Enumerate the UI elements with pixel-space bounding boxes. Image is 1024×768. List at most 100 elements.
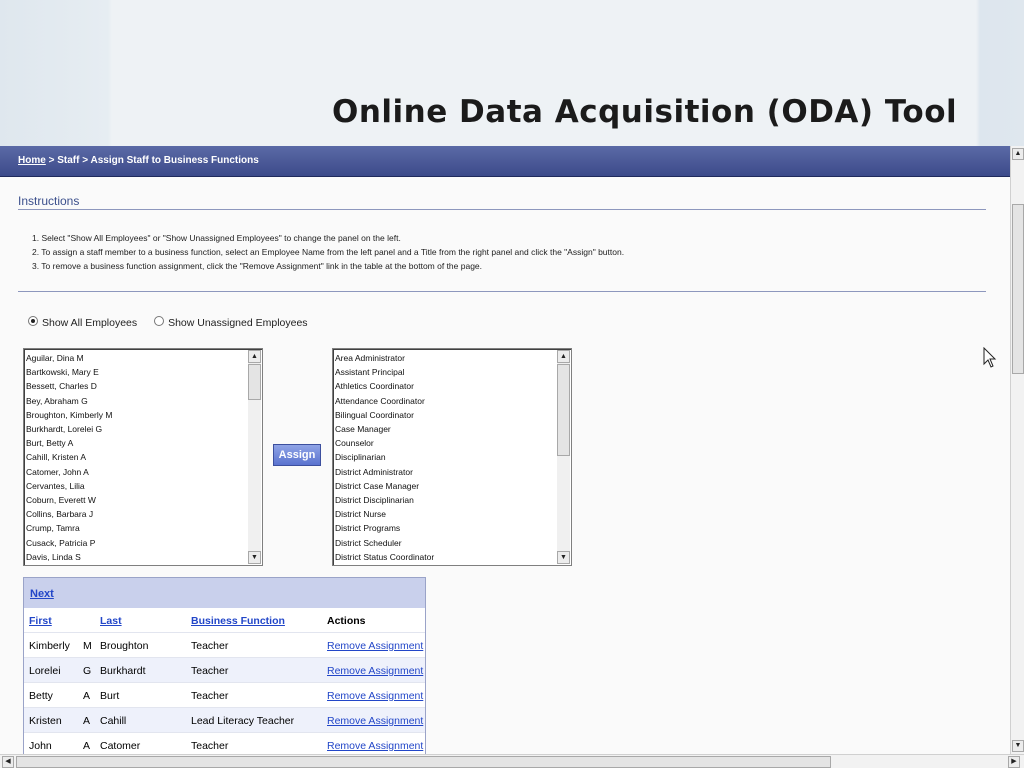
- table-header-row: First Last Business Function Actions: [24, 608, 425, 632]
- instructions-heading: Instructions: [18, 194, 80, 208]
- last-name-cell: Burt: [100, 690, 120, 702]
- employee-option[interactable]: Davis, Linda S: [26, 550, 112, 564]
- remove-assignment-link[interactable]: Remove Assignment: [327, 640, 423, 652]
- slide-title: Online Data Acquisition (ODA) Tool: [332, 94, 958, 130]
- business-function-cell: Teacher: [191, 740, 229, 752]
- employee-option[interactable]: Crump, Tamra: [26, 521, 112, 535]
- remove-assignment-link[interactable]: Remove Assignment: [327, 740, 423, 752]
- employee-option[interactable]: Coburn, Everett W: [26, 493, 112, 507]
- sort-last-link[interactable]: Last: [100, 615, 122, 627]
- radio-unchecked-icon[interactable]: [154, 316, 165, 326]
- employee-option[interactable]: Cahill, Kristen A: [26, 450, 112, 464]
- middle-initial-cell: M: [83, 640, 92, 652]
- middle-initial-cell: A: [83, 690, 91, 702]
- sort-first-link[interactable]: First: [29, 615, 52, 627]
- table-row: Betty A Burt Teacher Remove Assignment: [24, 682, 425, 707]
- employee-option[interactable]: Aguilar, Dina M: [26, 351, 112, 365]
- employee-option[interactable]: Burkhardt, Lorelei G: [26, 422, 112, 436]
- radio-checked-icon[interactable]: [28, 316, 38, 326]
- employee-option[interactable]: Burt, Betty A: [26, 436, 112, 450]
- scroll-up-icon[interactable]: ▲: [557, 350, 570, 363]
- assignment-table: Next First Last Business Function Action…: [23, 577, 426, 768]
- next-page-link[interactable]: Next: [30, 588, 54, 600]
- employee-option[interactable]: Bey, Abraham G: [26, 394, 112, 408]
- scroll-up-icon[interactable]: ▲: [248, 350, 261, 363]
- scroll-right-icon[interactable]: ▶: [1008, 756, 1020, 768]
- divider: [18, 209, 986, 210]
- title-option[interactable]: Area Administrator: [335, 351, 434, 365]
- title-list-scrollbar[interactable]: ▲ ▼: [557, 350, 570, 564]
- title-option[interactable]: Athletics Coordinator: [335, 379, 434, 393]
- title-option[interactable]: Counselor: [335, 436, 434, 450]
- breadcrumb-home-link[interactable]: Home: [18, 155, 46, 166]
- last-name-cell: Cahill: [100, 715, 127, 727]
- middle-initial-cell: G: [83, 665, 92, 677]
- employee-option[interactable]: Bartkowski, Mary E: [26, 365, 112, 379]
- breadcrumb-staff[interactable]: Staff: [57, 155, 79, 166]
- title-option[interactable]: Assistant Principal: [335, 365, 434, 379]
- title-option[interactable]: District Nurse: [335, 507, 434, 521]
- scroll-thumb[interactable]: [248, 364, 261, 400]
- title-option[interactable]: Bilingual Coordinator: [335, 408, 434, 422]
- scroll-up-icon[interactable]: ▲: [1012, 148, 1024, 160]
- business-function-cell: Teacher: [191, 640, 229, 652]
- browser-content: Home > Staff > Assign Staff to Business …: [0, 146, 1024, 768]
- instruction-step: 3. To remove a business function assignm…: [32, 261, 483, 271]
- employee-option[interactable]: Cusack, Patricia P: [26, 536, 112, 550]
- employee-filter: Show All Employees Show Unassigned Emplo…: [28, 316, 322, 329]
- mouse-pointer-icon: [983, 346, 997, 374]
- first-name-cell: Lorelei: [29, 665, 61, 677]
- actions-header: Actions: [327, 615, 366, 627]
- title-option[interactable]: District Scheduler: [335, 536, 434, 550]
- business-function-cell: Teacher: [191, 690, 229, 702]
- title-list-items: Area Administrator Assistant Principal Ath…: [335, 351, 434, 564]
- sort-business-function-link[interactable]: Business Function: [191, 615, 285, 627]
- employee-list-scrollbar[interactable]: ▲ ▼: [248, 350, 261, 564]
- scroll-down-icon[interactable]: ▼: [557, 551, 570, 564]
- title-option[interactable]: District Case Manager: [335, 479, 434, 493]
- employee-option[interactable]: Cervantes, Lilia: [26, 479, 112, 493]
- employee-option[interactable]: Collins, Barbara J: [26, 507, 112, 521]
- scroll-left-icon[interactable]: ◀: [2, 756, 14, 768]
- last-name-cell: Broughton: [100, 640, 149, 652]
- employee-option[interactable]: Broughton, Kimberly M: [26, 408, 112, 422]
- title-option[interactable]: District Status Coordinator: [335, 550, 434, 564]
- breadcrumb-current: Assign Staff to Business Functions: [90, 155, 259, 166]
- remove-assignment-link[interactable]: Remove Assignment: [327, 665, 423, 677]
- breadcrumb: Home > Staff > Assign Staff to Business …: [18, 155, 259, 166]
- employee-listbox[interactable]: Aguilar, Dina M Bartkowski, Mary E Bessett…: [23, 348, 263, 566]
- assign-button[interactable]: Assign: [273, 444, 321, 466]
- scroll-thumb[interactable]: [1012, 204, 1024, 374]
- scroll-thumb[interactable]: [557, 364, 570, 456]
- show-unassigned-employees-radio[interactable]: Show Unassigned Employees: [154, 316, 308, 329]
- page-horizontal-scrollbar[interactable]: ◀ ▶: [0, 754, 1024, 768]
- table-row: Kristen A Cahill Lead Literacy Teacher R…: [24, 707, 425, 732]
- scroll-thumb[interactable]: [16, 756, 831, 768]
- breadcrumb-bar: Home > Staff > Assign Staff to Business …: [0, 146, 1010, 177]
- table-row: Lorelei G Burkhardt Teacher Remove Assig…: [24, 657, 425, 682]
- table-row: Kimberly M Broughton Teacher Remove Assi…: [24, 632, 425, 657]
- page-vertical-scrollbar[interactable]: ▲ ▼: [1010, 146, 1024, 754]
- title-option[interactable]: Case Manager: [335, 422, 434, 436]
- title-listbox[interactable]: Area Administrator Assistant Principal Ath…: [332, 348, 572, 566]
- first-name-cell: Kristen: [29, 715, 62, 727]
- title-option[interactable]: District Administrator: [335, 465, 434, 479]
- show-all-employees-radio[interactable]: Show All Employees: [28, 316, 137, 329]
- title-option[interactable]: Attendance Coordinator: [335, 394, 434, 408]
- title-option[interactable]: Disciplinarian: [335, 450, 434, 464]
- title-option[interactable]: District Disciplinarian: [335, 493, 434, 507]
- instructions-list: 1. Select "Show All Employees" or "Show …: [32, 231, 624, 273]
- scroll-down-icon[interactable]: ▼: [1012, 740, 1024, 752]
- remove-assignment-link[interactable]: Remove Assignment: [327, 715, 423, 727]
- last-name-cell: Burkhardt: [100, 665, 146, 677]
- instruction-step: 2. To assign a staff member to a busines…: [32, 247, 625, 257]
- middle-initial-cell: A: [83, 715, 91, 727]
- employee-option[interactable]: Bessett, Charles D: [26, 379, 112, 393]
- title-option[interactable]: District Programs: [335, 521, 434, 535]
- instruction-step: 1. Select "Show All Employees" or "Show …: [32, 233, 401, 243]
- scroll-down-icon[interactable]: ▼: [248, 551, 261, 564]
- business-function-cell: Lead Literacy Teacher: [191, 715, 295, 727]
- breadcrumb-separator: >: [45, 155, 58, 166]
- employee-option[interactable]: Catomer, John A: [26, 465, 112, 479]
- remove-assignment-link[interactable]: Remove Assignment: [327, 690, 423, 702]
